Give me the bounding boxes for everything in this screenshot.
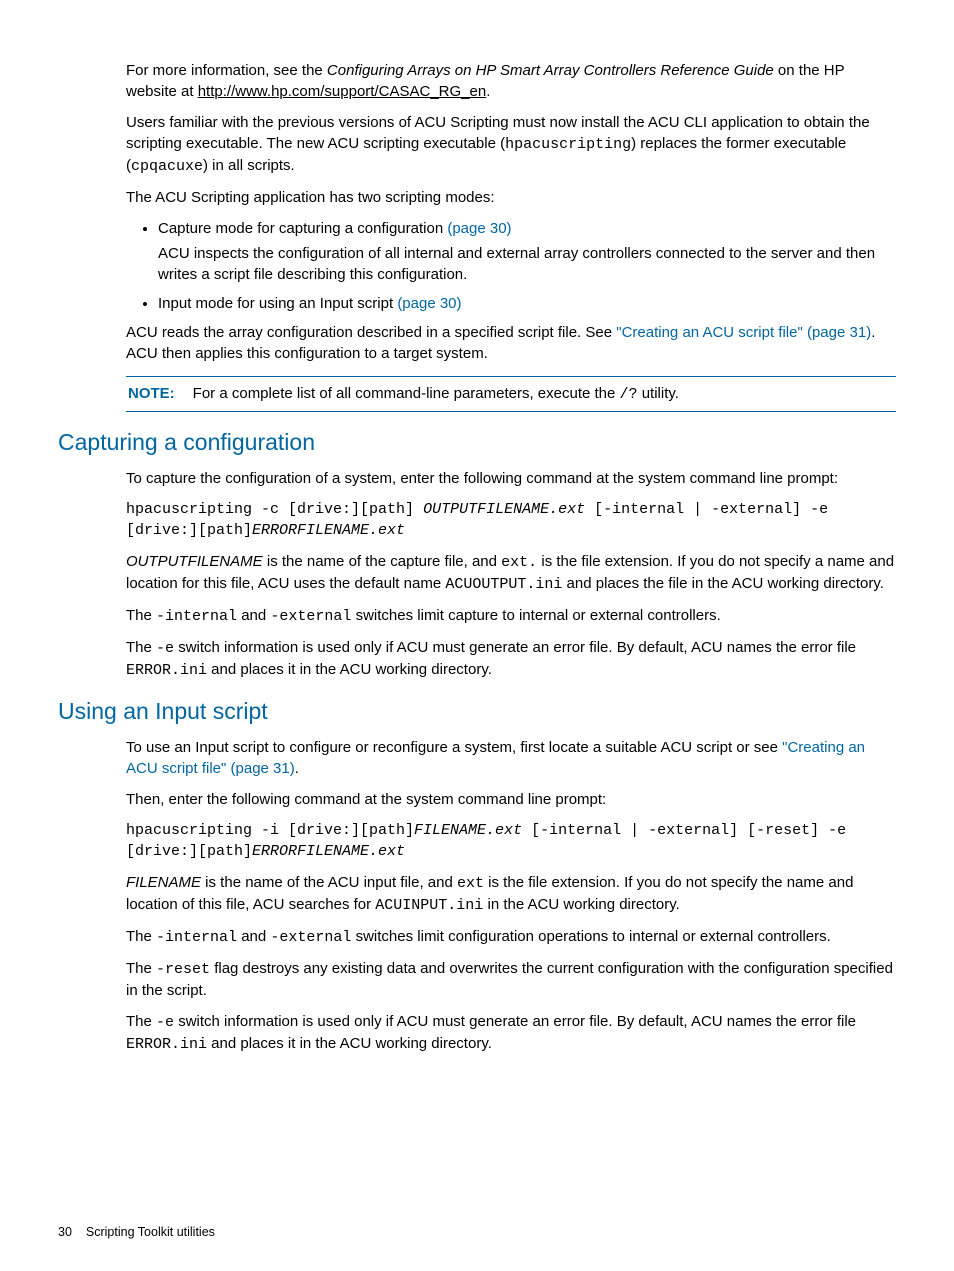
- code-block-capture: hpacuscripting -c [drive:][path] OUTPUTF…: [126, 499, 896, 541]
- text-italic: OUTPUTFILENAME: [126, 553, 263, 570]
- paragraph: Then, enter the following command at the…: [126, 789, 896, 810]
- paragraph-switches: The -internal and -external switches lim…: [126, 926, 896, 948]
- text: To use an Input script to configure or r…: [126, 739, 782, 756]
- note-label: NOTE:: [128, 385, 175, 402]
- paragraph-input-intro: To use an Input script to configure or r…: [126, 737, 896, 779]
- text: switch information is used only if ACU m…: [174, 639, 856, 656]
- list-item-description: ACU inspects the configuration of all in…: [158, 243, 896, 285]
- text: is the name of the ACU input file, and: [201, 874, 457, 891]
- code-inline: ext: [457, 875, 484, 892]
- code-inline: hpacuscripting: [505, 136, 631, 153]
- code-inline: cpqacuxe: [131, 158, 203, 175]
- paragraph-reference-guide: For more information, see the Configurin…: [126, 60, 896, 102]
- code-inline: /?: [620, 386, 638, 403]
- text: and places the file in the ACU working d…: [562, 575, 884, 592]
- text-italic: Configuring Arrays on HP Smart Array Con…: [327, 62, 774, 79]
- paragraph-error-file: The -e switch information is used only i…: [126, 637, 896, 681]
- text: Input mode for using an Input script: [158, 295, 397, 312]
- text: The: [126, 607, 156, 624]
- text: is the name of the capture file, and: [263, 553, 501, 570]
- code-inline: -external: [270, 608, 351, 625]
- text: The: [126, 960, 156, 977]
- list-item-capture: Capture mode for capturing a configurati…: [158, 218, 896, 285]
- text: The: [126, 639, 156, 656]
- text: For a complete list of all command-line …: [193, 385, 620, 402]
- input-section: To use an Input script to configure or r…: [126, 737, 896, 1055]
- heading-input-script: Using an Input script: [58, 695, 896, 727]
- paragraph-filename: FILENAME is the name of the ACU input fi…: [126, 872, 896, 916]
- paragraph: To capture the configuration of a system…: [126, 468, 896, 489]
- text: ACU reads the array configuration descri…: [126, 324, 616, 341]
- text: and places it in the ACU working directo…: [207, 661, 492, 678]
- paragraph-executable: Users familiar with the previous version…: [126, 112, 896, 177]
- code-inline: -internal: [156, 608, 237, 625]
- code-block-input: hpacuscripting -i [drive:][path]FILENAME…: [126, 820, 896, 862]
- hp-support-link[interactable]: http://www.hp.com/support/CASAC_RG_en: [198, 83, 486, 100]
- capture-section: To capture the configuration of a system…: [126, 468, 896, 681]
- text-italic: FILENAME: [126, 874, 201, 891]
- heading-capturing: Capturing a configuration: [58, 426, 896, 458]
- text: flag destroys any existing data and over…: [126, 960, 893, 999]
- paragraph-acu-reads: ACU reads the array configuration descri…: [126, 322, 896, 364]
- text: switches limit configuration operations …: [351, 928, 830, 945]
- list-item-input: Input mode for using an Input script (pa…: [158, 293, 896, 314]
- text: switches limit capture to internal or ex…: [351, 607, 720, 624]
- note-box: NOTE: For a complete list of all command-…: [126, 376, 896, 412]
- text: The: [126, 928, 156, 945]
- code-inline: -e: [156, 1014, 174, 1031]
- paragraph-outputfilename: OUTPUTFILENAME is the name of the captur…: [126, 551, 896, 595]
- text: switch information is used only if ACU m…: [174, 1013, 856, 1030]
- text: and places it in the ACU working directo…: [207, 1035, 492, 1052]
- paragraph-reset: The -reset flag destroys any existing da…: [126, 958, 896, 1001]
- page-link[interactable]: (page 30): [397, 295, 461, 312]
- creating-script-link[interactable]: "Creating an ACU script file" (page 31): [616, 324, 871, 341]
- paragraph-modes: The ACU Scripting application has two sc…: [126, 187, 896, 208]
- text: The: [126, 1013, 156, 1030]
- footer-title: Scripting Toolkit utilities: [86, 1225, 215, 1239]
- text: Capture mode for capturing a configurati…: [158, 220, 447, 237]
- modes-list: Capture mode for capturing a configurati…: [126, 218, 896, 314]
- code-inline: ext.: [501, 554, 537, 571]
- code-inline: -internal: [156, 929, 237, 946]
- code-inline: ACUOUTPUT.ini: [445, 576, 562, 593]
- text: .: [486, 83, 490, 100]
- intro-block: For more information, see the Configurin…: [126, 60, 896, 412]
- code-inline: ERROR.ini: [126, 662, 207, 679]
- text: For more information, see the: [126, 62, 327, 79]
- code-inline: ACUINPUT.ini: [375, 897, 483, 914]
- code-inline: -external: [270, 929, 351, 946]
- text: utility.: [638, 385, 679, 402]
- page-number: 30: [58, 1225, 72, 1239]
- text: and: [237, 928, 270, 945]
- text: in the ACU working directory.: [483, 896, 679, 913]
- page-footer: 30 Scripting Toolkit utilities: [58, 1224, 215, 1242]
- page-link[interactable]: (page 30): [447, 220, 511, 237]
- text: and: [237, 607, 270, 624]
- code-inline: -reset: [156, 961, 210, 978]
- code-inline: -e: [156, 640, 174, 657]
- code-inline: ERROR.ini: [126, 1036, 207, 1053]
- paragraph-switches: The -internal and -external switches lim…: [126, 605, 896, 627]
- paragraph-error-file: The -e switch information is used only i…: [126, 1011, 896, 1055]
- text: ) in all scripts.: [203, 157, 295, 174]
- text: .: [295, 760, 299, 777]
